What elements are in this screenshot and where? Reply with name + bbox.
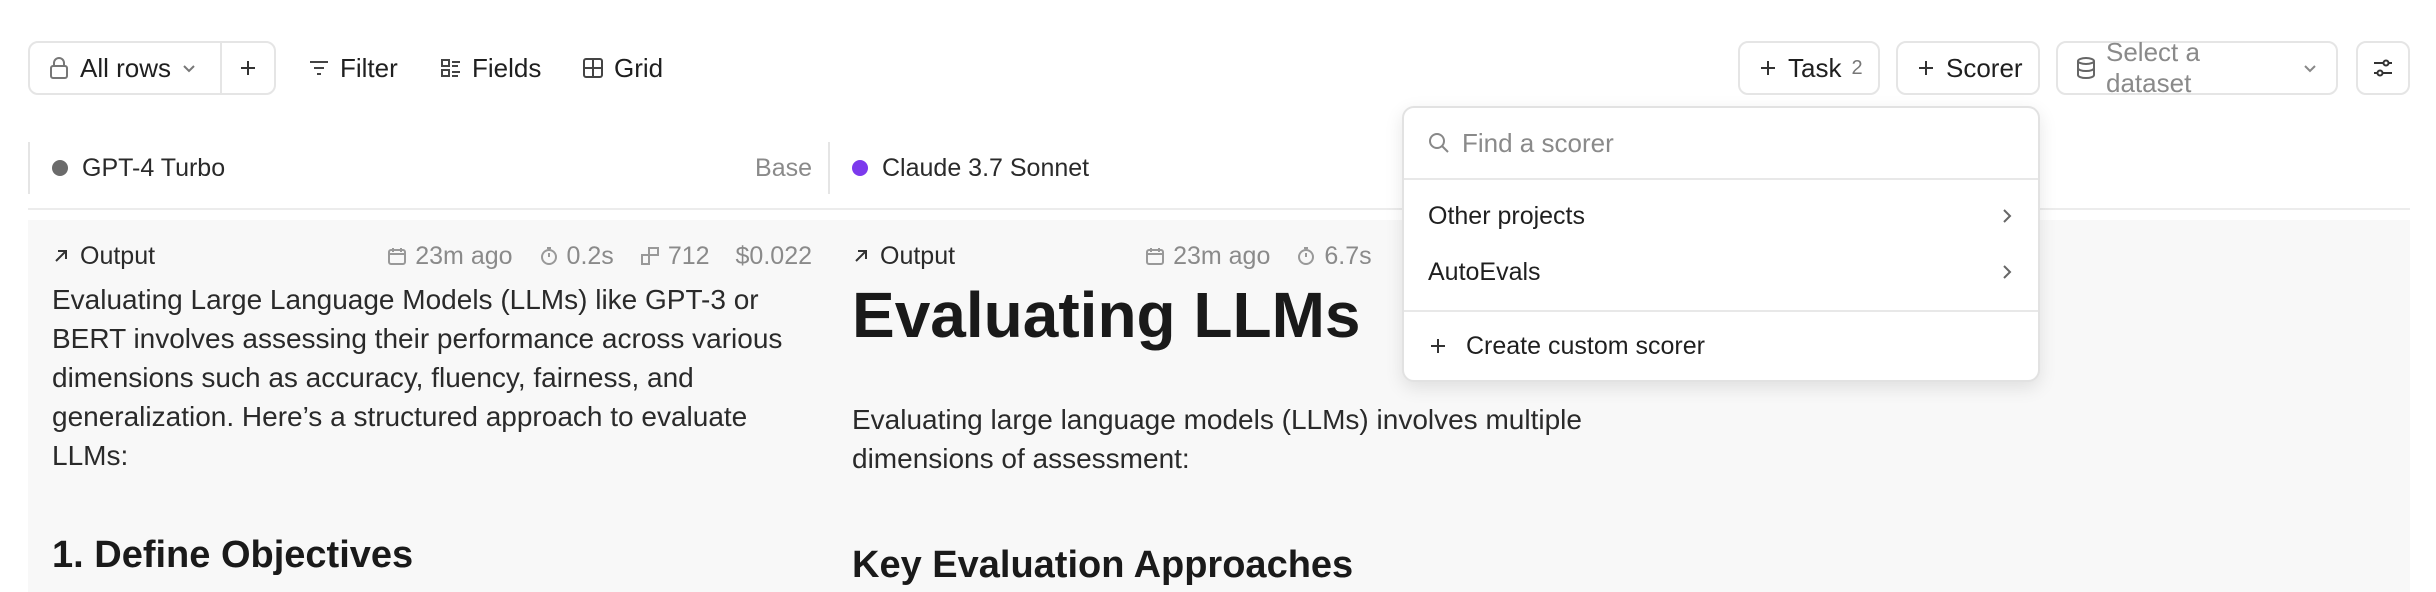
time-ago: 23m ago (415, 241, 513, 270)
calendar-icon (1145, 246, 1165, 266)
tokens-icon (640, 246, 660, 266)
menu-divider (1404, 310, 2038, 312)
dataset-select[interactable]: Select a dataset (2056, 37, 2338, 98)
scorer-label: Scorer (1946, 52, 2023, 83)
fields-button[interactable]: Fields (424, 41, 557, 95)
column-divider (828, 142, 830, 194)
text-line: generalization. Here’s a structured appr… (52, 401, 748, 432)
duration-value: 0.2s (566, 241, 614, 270)
section-heading: 1. Define Objectives (52, 534, 414, 576)
lock-icon (48, 56, 70, 80)
rows-selector-button[interactable]: All rows (30, 43, 220, 93)
task-count: 2 (1851, 56, 1863, 79)
output-label: Output (80, 241, 156, 270)
output-text-left: Evaluating Large Language Models (LLMs) … (52, 280, 832, 475)
model-name: Claude 3.7 Sonnet (882, 153, 1090, 182)
model-name: GPT-4 Turbo (82, 153, 226, 182)
plus-icon (1916, 58, 1936, 78)
model-color-dot (852, 160, 868, 176)
create-custom-scorer-label: Create custom scorer (1466, 331, 1705, 360)
create-custom-scorer-button[interactable]: Create custom scorer (1404, 318, 2038, 374)
header-divider (28, 208, 2410, 210)
plus-icon (1758, 58, 1778, 78)
filter-button[interactable]: Filter (292, 41, 414, 95)
filter-icon (308, 58, 330, 78)
add-task-button[interactable]: Task 2 (1738, 41, 1880, 95)
menu-item-autoevals[interactable]: AutoEvals (1404, 244, 2038, 300)
chevron-down-icon (2302, 60, 2318, 76)
menu-item-label: AutoEvals (1428, 257, 1541, 286)
arrow-up-right-icon (52, 247, 70, 265)
toolbar: All rows Filter Fields Grid Task 2 Score… (0, 0, 2436, 134)
calendar-icon (387, 246, 407, 266)
dataset-select-placeholder: Select a dataset (2106, 37, 2200, 98)
duration: 0.2s (539, 242, 614, 271)
text-line: Evaluating large language models (LLMs) … (852, 404, 1582, 435)
timestamp: 23m ago (1145, 242, 1270, 271)
text-line: dimensions of assessment: (852, 443, 1190, 474)
search-icon (1428, 132, 1450, 154)
tokens-value: 712 (667, 241, 710, 270)
add-scorer-button[interactable]: Scorer (1896, 41, 2040, 95)
timer-icon (539, 246, 559, 266)
text-line: BERT involves assessing their performanc… (52, 323, 783, 354)
duration: 6.7s (1296, 241, 1372, 271)
cost-value: $0.022 (735, 241, 812, 270)
timer-icon (1296, 246, 1316, 266)
add-row-button[interactable] (222, 43, 274, 93)
text-line: dimensions such as accuracy, fluency, fa… (52, 362, 694, 393)
output-meta-left: Output 23m ago 0.2s 712 $0.022 (52, 238, 812, 274)
column-header-gpt: GPT-4 Turbo Base (52, 140, 812, 196)
rows-selector-label: All rows (80, 52, 172, 83)
chevron-right-icon (2000, 264, 2014, 280)
grid-view-button[interactable]: Grid (566, 41, 679, 95)
sliders-icon (2372, 57, 2394, 79)
chevron-down-icon (181, 60, 197, 76)
scorer-search-input[interactable] (1462, 127, 2022, 159)
display-settings-button[interactable] (2356, 41, 2410, 95)
column-header-claude: Claude 3.7 Sonnet (852, 140, 1352, 196)
scorer-search (1404, 108, 2038, 180)
model-color-dot (52, 160, 68, 176)
section-heading: Key Evaluation Approaches (852, 544, 1354, 586)
plus-icon (1428, 336, 1448, 356)
menu-item-other-projects[interactable]: Other projects (1404, 188, 2038, 244)
timestamp: 23m ago (387, 241, 513, 271)
database-icon (2076, 56, 2096, 80)
filter-label: Filter (340, 52, 398, 83)
output-meta-right: Output 23m ago 6.7s (852, 238, 1412, 274)
rows-selector-group: All rows (28, 41, 276, 95)
arrow-up-right-icon (852, 247, 870, 265)
output-label: Output (880, 241, 956, 270)
duration-value: 6.7s (1324, 241, 1372, 270)
task-label: Task (1788, 52, 1842, 83)
cost: $0.022 (736, 242, 812, 271)
base-badge: Base (755, 153, 812, 182)
output-text-right: Evaluating large language models (LLMs) … (852, 400, 1752, 478)
text-line: LLMs: (52, 440, 129, 471)
grid-icon (582, 57, 604, 79)
text-line: Evaluating Large Language Models (LLMs) … (52, 284, 759, 315)
time-ago: 23m ago (1173, 241, 1271, 270)
token-count: 712 (640, 242, 710, 271)
output-title: Evaluating LLMs (852, 279, 1361, 351)
grid-label: Grid (614, 52, 664, 83)
fields-icon (440, 57, 462, 79)
menu-item-label: Other projects (1428, 201, 1586, 230)
scorer-dropdown: Other projects AutoEvals Create custom s… (1402, 106, 2040, 382)
plus-icon (238, 58, 258, 78)
fields-label: Fields (472, 52, 542, 83)
column-divider (28, 142, 30, 194)
chevron-right-icon (2000, 208, 2014, 224)
